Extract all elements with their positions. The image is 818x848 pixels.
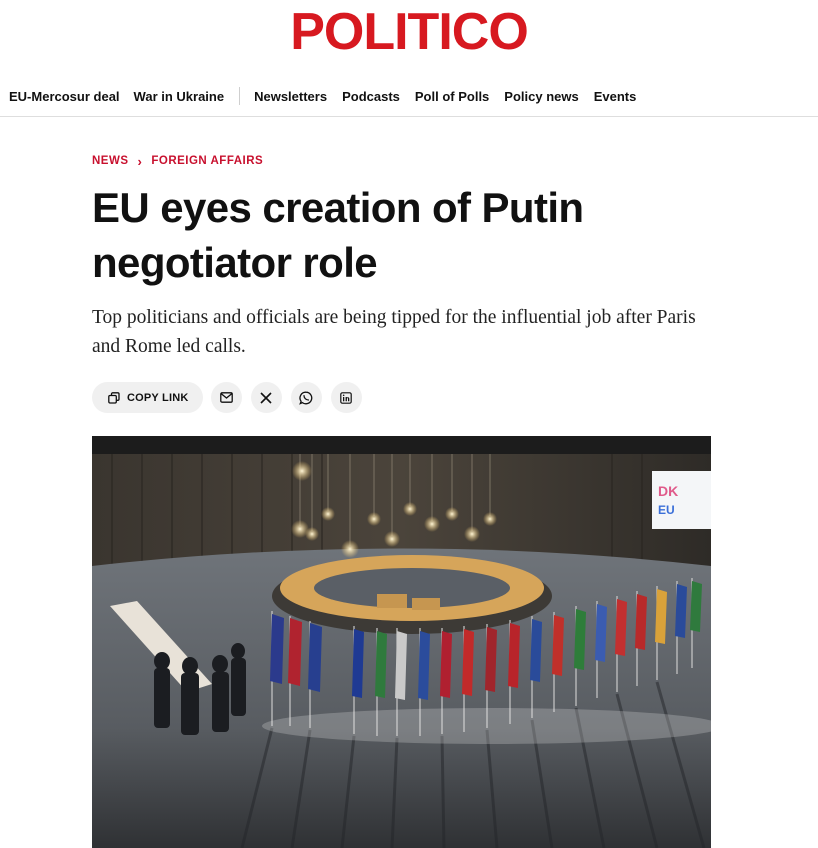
whatsapp-share-button[interactable]: [290, 382, 322, 413]
nav-item-newsletters[interactable]: Newsletters: [254, 89, 327, 104]
email-share-button[interactable]: [210, 382, 242, 413]
copy-link-button[interactable]: COPY LINK: [92, 382, 203, 413]
header-divider: [0, 116, 818, 117]
email-icon: [219, 392, 233, 403]
screen-text-dk: DK: [658, 483, 678, 499]
nav-item-policy-news[interactable]: Policy news: [504, 89, 578, 104]
article-dek: Top politicians and officials are being …: [92, 307, 696, 357]
linkedin-icon: [340, 391, 352, 404]
nav-divider: [239, 87, 241, 105]
breadcrumb-foreign-affairs[interactable]: FOREIGN AFFAIRS: [151, 155, 263, 167]
chevron-right-icon: ›: [137, 153, 143, 169]
breadcrumb-news[interactable]: NEWS: [92, 155, 129, 167]
x-icon: [260, 391, 272, 404]
share-bar: COPY LINK: [92, 382, 362, 413]
breadcrumb: NEWS › FOREIGN AFFAIRS: [92, 153, 263, 169]
nav-item-podcasts[interactable]: Podcasts: [342, 89, 400, 104]
x-share-button[interactable]: [250, 382, 282, 413]
screen-text-eu: EU: [658, 503, 675, 517]
nav-item-poll-of-polls[interactable]: Poll of Polls: [415, 89, 489, 104]
copy-icon: [108, 391, 120, 404]
nav-item-events[interactable]: Events: [594, 89, 637, 104]
hero-image: DK EU: [92, 436, 711, 848]
linkedin-share-button[interactable]: [330, 382, 362, 413]
whatsapp-icon: [299, 391, 313, 405]
primary-nav: EU-Mercosur deal War in Ukraine Newslett…: [0, 86, 818, 106]
article-headline: EU eyes creation of Putin negotiator rol…: [92, 184, 584, 286]
nav-item-war-in-ukraine[interactable]: War in Ukraine: [134, 89, 225, 104]
politico-logo[interactable]: POLITICO: [0, 4, 818, 60]
nav-item-eu-mercosur[interactable]: EU-Mercosur deal: [9, 89, 120, 104]
copy-link-label: COPY LINK: [127, 391, 189, 404]
